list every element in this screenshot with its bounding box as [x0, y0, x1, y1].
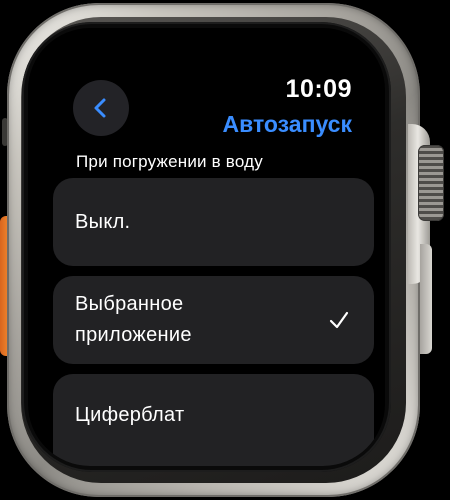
page-title: Автозапуск	[222, 111, 353, 137]
chevron-left-icon	[94, 98, 106, 118]
watch-screen: 10:09 Автозапуск При погружении в воду В…	[28, 28, 385, 466]
back-button[interactable]	[73, 80, 129, 136]
section-header: При погружении в воду	[76, 152, 263, 171]
digital-crown[interactable]	[418, 145, 444, 221]
status-time: 10:09	[285, 75, 352, 103]
option-selected-app-label-line1: Выбранное	[75, 293, 184, 315]
option-off[interactable]: Выкл.	[53, 178, 374, 266]
option-selected-app[interactable]: Выбранное приложение	[53, 276, 374, 364]
side-button[interactable]	[420, 244, 432, 354]
option-watch-face[interactable]: Циферблат	[53, 374, 374, 466]
option-selected-app-label: Выбранное приложение	[75, 289, 192, 351]
option-off-label: Выкл.	[75, 210, 131, 233]
checkmark-icon	[329, 311, 349, 329]
option-watch-face-label: Циферблат	[75, 404, 185, 426]
option-selected-app-label-line2: приложение	[75, 324, 192, 346]
